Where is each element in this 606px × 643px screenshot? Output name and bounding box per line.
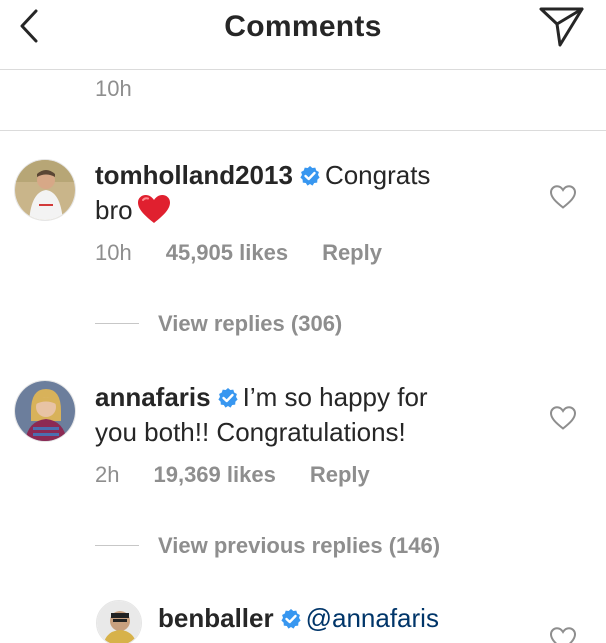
comments-screen: Comments 10h tomholland2013 Congrats bro	[0, 0, 606, 643]
avatar-image	[97, 601, 141, 643]
comment-meta: 10h 45,905 likes Reply	[95, 240, 382, 266]
comment-meta: 2h 19,369 likes Reply	[95, 462, 370, 488]
red-heart-emoji	[137, 194, 171, 231]
reply-button[interactable]: Reply	[310, 462, 370, 487]
comment-body-line1: I’m so happy for	[242, 382, 428, 412]
reply-text: benballer @annafaris	[158, 602, 538, 637]
comment-text: tomholland2013 Congrats bro	[95, 159, 515, 231]
header-bar: Comments	[0, 0, 606, 70]
view-previous-replies-button[interactable]: View previous replies (146)	[158, 533, 440, 559]
comment-body-line2: you both!! Congratulations!	[95, 417, 406, 447]
verified-badge-icon	[217, 384, 239, 416]
reply-button[interactable]: Reply	[322, 240, 382, 265]
like-button[interactable]	[549, 626, 577, 643]
avatar-image	[15, 160, 75, 220]
replies-divider-line	[95, 545, 139, 546]
comment-text: annafaris I’m so happy for you both!! Cong…	[95, 381, 535, 448]
like-button[interactable]	[549, 405, 577, 431]
reply-mention-link[interactable]: @annafaris	[306, 603, 439, 633]
verified-badge-icon	[280, 605, 302, 637]
replies-divider-line	[95, 323, 139, 324]
direct-send-icon	[539, 7, 584, 47]
comment-likes[interactable]: 19,369 likes	[153, 462, 275, 487]
heart-outline-icon	[549, 627, 577, 643]
view-replies-button[interactable]: View replies (306)	[158, 311, 342, 337]
comment-body-line2: bro	[95, 195, 133, 225]
previous-comment-time: 10h	[95, 76, 132, 101]
comment-time: 10h	[95, 240, 132, 265]
verified-badge-icon	[299, 162, 321, 194]
avatar[interactable]	[14, 380, 76, 442]
divider	[0, 130, 606, 131]
direct-share-button[interactable]	[538, 4, 586, 48]
avatar[interactable]	[14, 159, 76, 221]
comment-username[interactable]: annafaris	[95, 382, 211, 412]
reply-username[interactable]: benballer	[158, 603, 274, 633]
comment-likes[interactable]: 45,905 likes	[166, 240, 288, 265]
comment-time: 2h	[95, 462, 120, 487]
heart-outline-icon	[549, 185, 577, 209]
like-button[interactable]	[549, 184, 577, 210]
page-title: Comments	[224, 10, 382, 43]
avatar-image	[15, 381, 75, 441]
comment-body-line1: Congrats	[324, 160, 431, 190]
heart-outline-icon	[549, 406, 577, 430]
avatar[interactable]	[96, 600, 142, 643]
comment-username[interactable]: tomholland2013	[95, 160, 293, 190]
